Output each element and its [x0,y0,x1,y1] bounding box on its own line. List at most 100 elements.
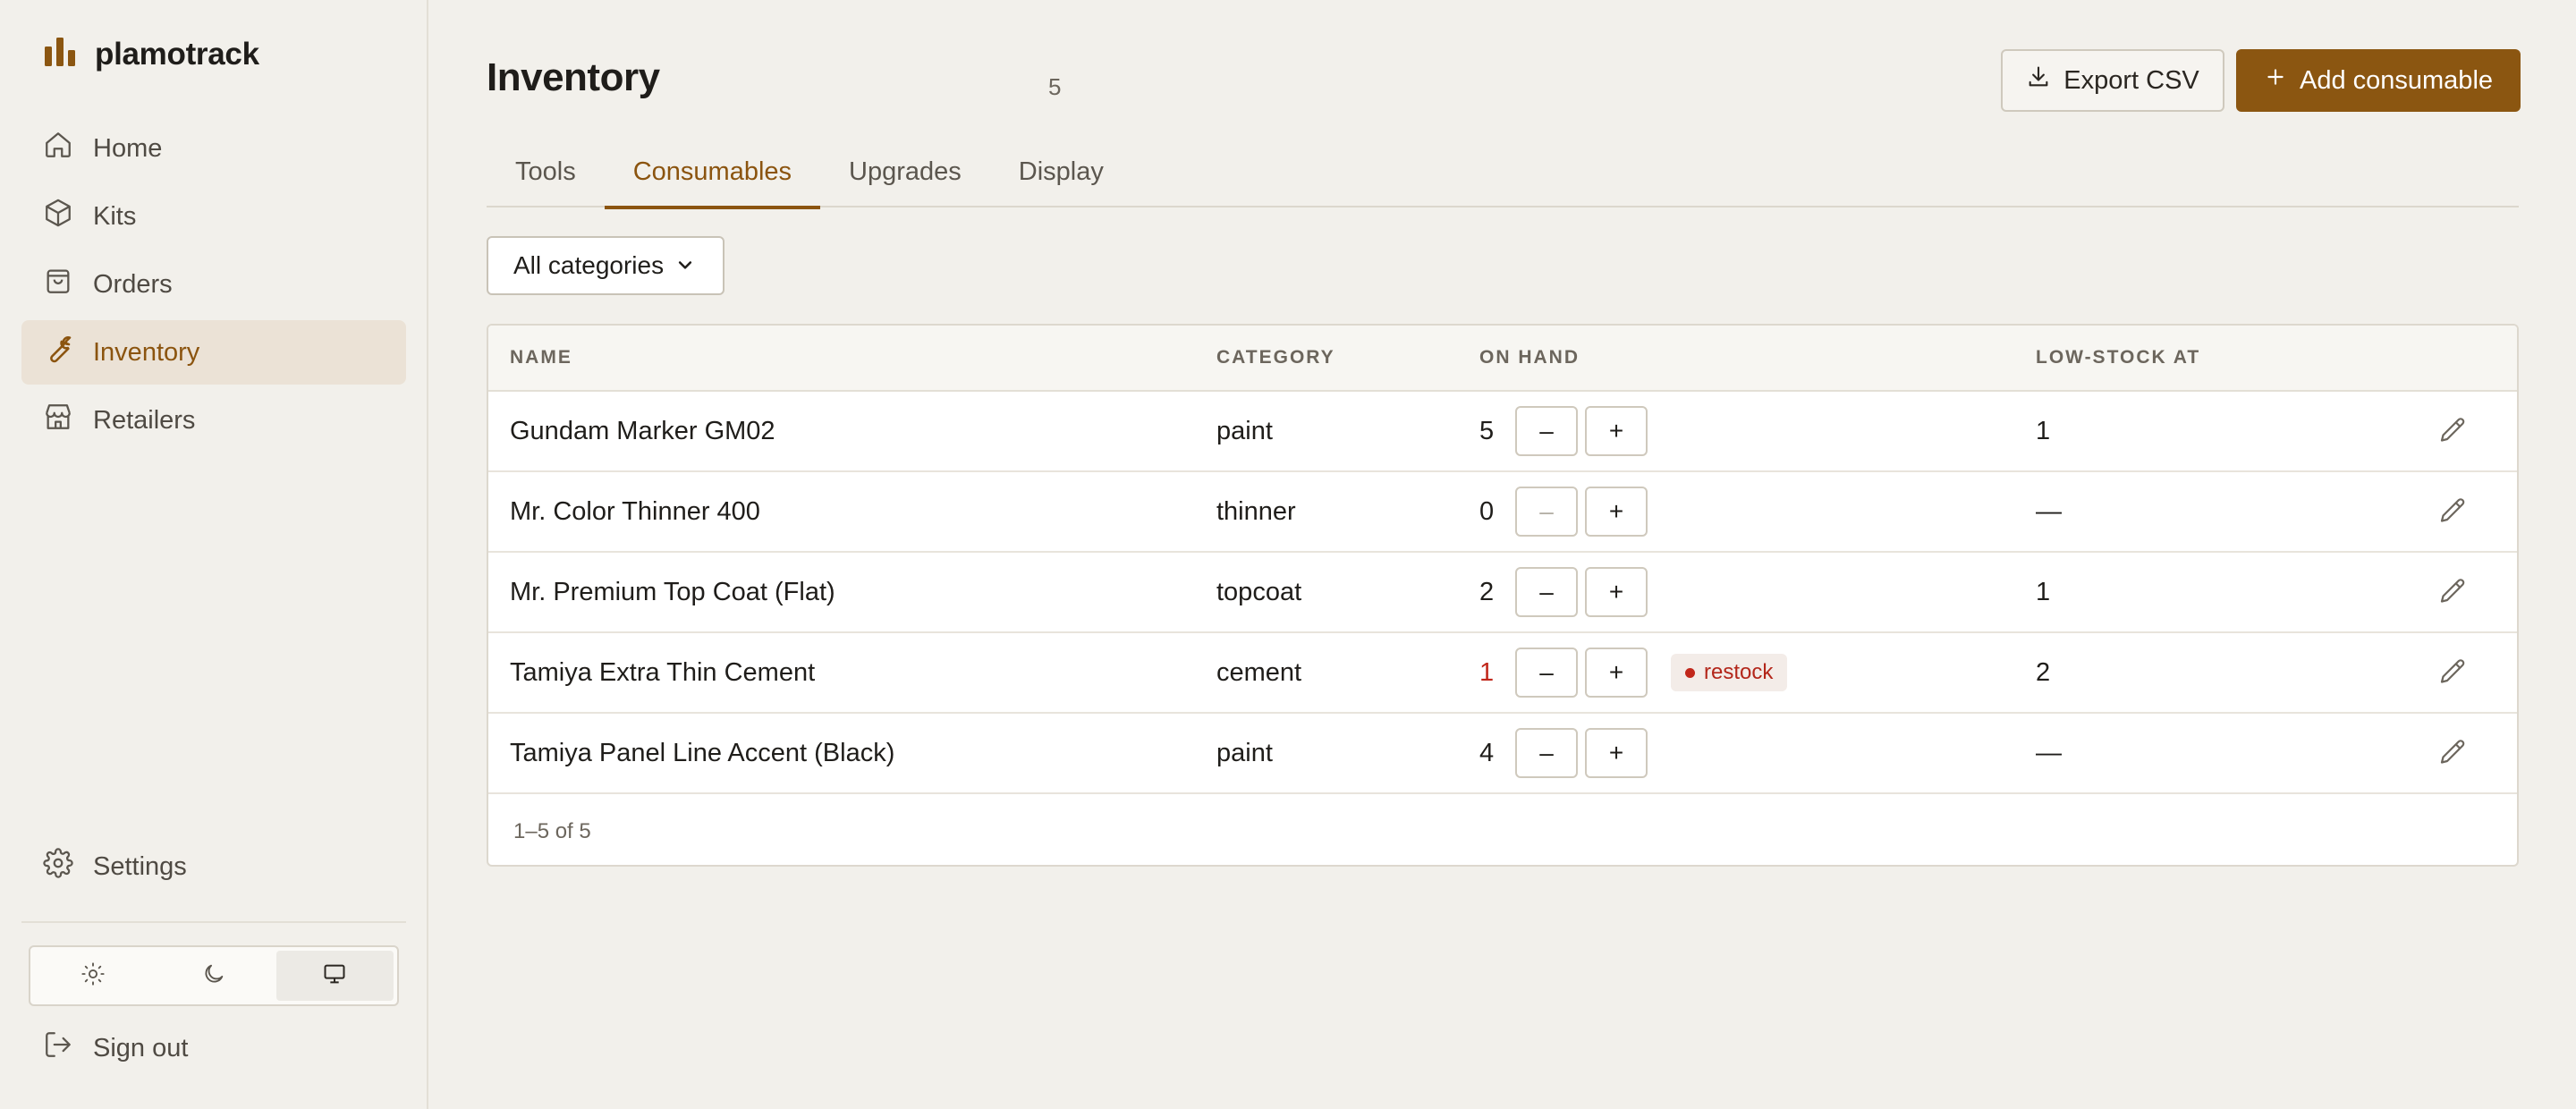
item-category: thinner [1216,496,1296,526]
edit-pencil-icon[interactable] [2436,576,2469,608]
increment-button[interactable]: + [1585,406,1648,456]
moon-icon [201,961,226,991]
sidebar-item-label: Inventory [93,337,200,367]
on-hand-value: 4 [1479,738,1495,767]
status-dot-icon [1685,667,1695,678]
stepper: – + [1515,728,1648,778]
monitor-icon [322,961,347,991]
settings-label: Settings [93,851,187,881]
sidebar-nav: Home Kits Orders Inventory Retailers [21,116,406,456]
increment-button[interactable]: + [1585,487,1648,537]
app-name: plamotrack [95,36,259,72]
bag-icon [43,266,73,303]
decrement-button: – [1515,487,1578,537]
sidebar-item-kits[interactable]: Kits [21,184,406,249]
sidebar-item-label: Retailers [93,405,196,435]
category-filter-select[interactable]: All categories [487,236,724,295]
item-name: Tamiya Panel Line Accent (Black) [510,738,895,767]
sidebar-item-label: Kits [93,201,137,231]
theme-light-button[interactable] [34,951,151,1001]
item-category: topcoat [1216,577,1302,606]
on-hand-control: 2– + [1479,553,1648,631]
sun-icon [80,961,106,991]
on-hand-value: 5 [1479,416,1495,445]
stepper: – + [1515,567,1648,617]
low-stock-threshold: — [2036,496,2062,526]
theme-dark-button[interactable] [155,951,272,1001]
add-consumable-button[interactable]: Add consumable [2236,49,2521,112]
sidebar-item-sign-out[interactable]: Sign out [21,1016,406,1080]
edit-pencil-icon[interactable] [2436,495,2469,528]
low-stock-threshold: 2 [2036,657,2051,687]
sidebar-divider [21,921,406,923]
table-row: Gundam Marker GM02 paint 5– +1 [488,392,2517,472]
table-header: NAME CATEGORY ON HAND LOW-STOCK AT [488,326,2517,392]
edit-pencil-icon[interactable] [2436,415,2469,447]
stepper: – + [1515,648,1648,698]
low-stock-threshold: 1 [2036,577,2051,606]
sidebar: plamotrack Home Kits Orders Inventory Re… [0,0,428,1109]
increment-button[interactable]: + [1585,648,1648,698]
edit-pencil-icon[interactable] [2436,656,2469,689]
decrement-button[interactable]: – [1515,648,1578,698]
low-stock-threshold: — [2036,738,2062,767]
on-hand-value: 2 [1479,577,1495,606]
increment-button[interactable]: + [1585,567,1648,617]
increment-button[interactable]: + [1585,728,1648,778]
column-header-on-hand: ON HAND [1479,347,1580,368]
category-filter-value: All categories [513,251,665,279]
inventory-tabs: Tools Consumables Upgrades Display [487,143,2519,209]
tab-consumables[interactable]: Consumables [604,143,821,209]
item-category: cement [1216,657,1302,687]
on-hand-control: 5– + [1479,392,1648,470]
decrement-button[interactable]: – [1515,567,1578,617]
theme-system-button[interactable] [275,951,394,1001]
consumables-table: NAME CATEGORY ON HAND LOW-STOCK AT Gunda… [487,324,2519,867]
table-row: Tamiya Extra Thin Cement cement 1– + restock… [488,633,2517,714]
edit-pencil-icon[interactable] [2436,737,2469,769]
store-icon [43,402,73,439]
on-hand-control: 1– + restock [1479,633,1788,712]
main-content: Inventory 5 Export CSV Add consumable To… [428,0,2576,1109]
download-icon [2026,64,2051,97]
sidebar-item-label: Orders [93,269,173,299]
item-name: Gundam Marker GM02 [510,416,775,445]
logo-bars-icon [43,36,77,72]
sidebar-item-inventory[interactable]: Inventory [21,320,406,385]
pagination-summary: 1–5 of 5 [513,819,591,843]
export-csv-label: Export CSV [2063,65,2199,95]
column-header-name: NAME [510,347,572,368]
add-consumable-label: Add consumable [2299,65,2494,95]
item-category: paint [1216,416,1273,445]
table-body: Gundam Marker GM02 paint 5– +1 Mr. Color Thi… [488,392,2517,794]
on-hand-control: 0– + [1479,472,1648,551]
tab-tools[interactable]: Tools [487,143,605,207]
table-row: Tamiya Panel Line Accent (Black) paint 4– +… [488,714,2517,794]
tab-display[interactable]: Display [990,143,1132,207]
wrench-icon [43,334,73,371]
on-hand-value: 1 [1479,657,1495,687]
sign-out-label: Sign out [93,1033,189,1062]
restock-label: restock [1704,660,1774,684]
item-name: Tamiya Extra Thin Cement [510,657,816,687]
page-title: Inventory [487,55,660,99]
table-row: Mr. Color Thinner 400 thinner 0– + — [488,472,2517,553]
sidebar-item-home[interactable]: Home [21,116,406,181]
column-header-category: CATEGORY [1216,347,1335,368]
brand[interactable]: plamotrack [43,36,259,72]
on-hand-control: 4– + [1479,714,1648,792]
item-count: 5 [1048,73,1062,100]
restock-badge: restock [1671,654,1788,691]
tab-upgrades[interactable]: Upgrades [820,143,990,207]
sidebar-item-retailers[interactable]: Retailers [21,388,406,453]
sidebar-item-settings[interactable]: Settings [21,834,406,899]
column-header-low-stock: LOW-STOCK AT [2036,347,2201,368]
theme-switcher [29,945,399,1006]
decrement-button[interactable]: – [1515,406,1578,456]
box-icon [43,198,73,235]
sidebar-item-orders[interactable]: Orders [21,252,406,317]
stepper: – + [1515,487,1648,537]
stepper: – + [1515,406,1648,456]
export-csv-button[interactable]: Export CSV [2001,49,2224,112]
decrement-button[interactable]: – [1515,728,1578,778]
